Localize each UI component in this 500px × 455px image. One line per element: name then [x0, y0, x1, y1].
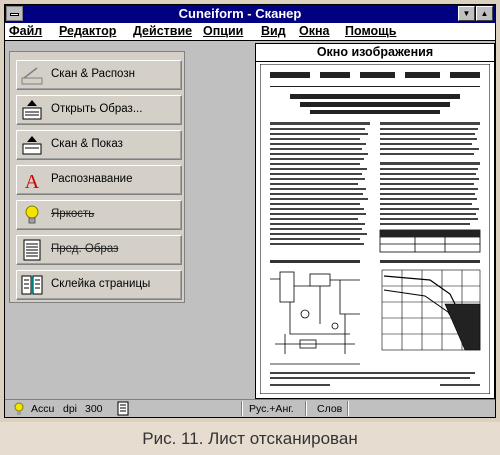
- status-language[interactable]: Рус.+Анг.: [249, 403, 294, 415]
- scanned-page-image: [260, 64, 490, 394]
- prev-image-icon: [23, 239, 41, 261]
- menu-bar: Файл Редактор Действие Опции Вид Окна По…: [5, 23, 495, 41]
- menu-options[interactable]: Опции: [203, 23, 243, 40]
- window-title: Cuneiform - Сканер: [178, 6, 302, 21]
- scanner-icon: [21, 67, 43, 85]
- menu-file[interactable]: Файл: [9, 23, 42, 40]
- open-image-label: Открыть Образ...: [51, 103, 143, 115]
- menu-editor[interactable]: Редактор: [59, 23, 116, 40]
- status-separator: [305, 401, 307, 416]
- status-separator: [241, 401, 243, 416]
- open-image-button[interactable]: Открыть Образ...: [16, 95, 182, 125]
- minimize-button[interactable]: ▼: [458, 6, 475, 21]
- app-window: Cuneiform - Сканер ▼ ▲ Файл Редактор Дей…: [4, 4, 496, 418]
- brightness-label: Яркость: [51, 208, 95, 220]
- system-menu-button[interactable]: [6, 6, 23, 21]
- page-status-icon: [117, 401, 129, 416]
- status-bar: Accu dpi 300 Рус.+Анг. Слов: [5, 399, 495, 417]
- status-mode: Accu: [31, 403, 55, 415]
- system-menu-icon: [10, 13, 19, 16]
- menu-action[interactable]: Действие: [133, 23, 192, 40]
- bulb-icon: [25, 205, 39, 224]
- scan-show-label: Скан & Показ: [51, 138, 123, 150]
- status-dpi-label: dpi: [63, 403, 78, 415]
- scan-show-button[interactable]: Скан & Показ: [16, 130, 182, 160]
- menu-view[interactable]: Вид: [261, 23, 286, 40]
- recognize-label: Распознавание: [51, 173, 133, 185]
- status-dpi-value: 300: [85, 403, 103, 415]
- figure-caption: Рис. 11. Лист отсканирован: [142, 429, 358, 448]
- scan-recognize-button[interactable]: Скан & Распозн: [16, 60, 182, 90]
- prev-image-button[interactable]: Пред. Образ: [16, 235, 182, 265]
- maximize-button[interactable]: ▲: [476, 6, 493, 21]
- menu-windows[interactable]: Окна: [299, 23, 329, 40]
- status-dictionary[interactable]: Слов: [317, 403, 342, 415]
- action-panel: Скан & Распозн Открыть Образ... Скан & П…: [9, 51, 185, 303]
- open-image-icon: [22, 100, 42, 120]
- image-window[interactable]: Окно изображения: [255, 43, 495, 399]
- prev-image-label: Пред. Образ: [51, 243, 119, 255]
- image-window-title: Окно изображения: [256, 44, 494, 62]
- bulb-status-icon: [14, 402, 24, 415]
- glue-pages-label: Склейка страницы: [51, 278, 151, 290]
- recognize-icon: A: [25, 171, 40, 191]
- title-bar[interactable]: Cuneiform - Сканер ▼ ▲: [5, 5, 495, 23]
- brightness-button[interactable]: Яркость: [16, 200, 182, 230]
- glue-pages-button[interactable]: Склейка страницы: [16, 270, 182, 300]
- recognize-button[interactable]: A Распознавание: [16, 165, 182, 195]
- scan-recognize-label: Скан & Распозн: [51, 68, 135, 80]
- menu-help[interactable]: Помощь: [345, 23, 396, 40]
- glue-pages-icon: [21, 275, 43, 295]
- scan-show-icon: [22, 136, 42, 155]
- svg-text:A: A: [25, 171, 40, 191]
- status-separator: [347, 401, 349, 416]
